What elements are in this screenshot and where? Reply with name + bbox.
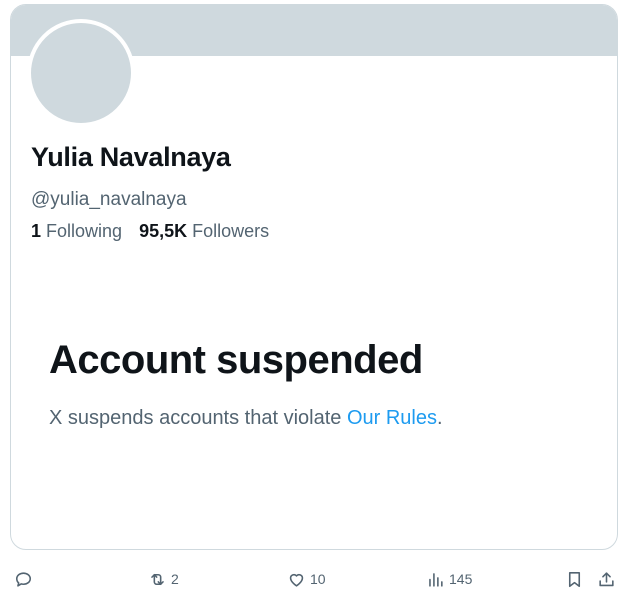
following-stat[interactable]: 1 Following [31, 221, 122, 242]
reply-icon [14, 570, 33, 589]
like-count: 10 [310, 571, 326, 587]
our-rules-link[interactable]: Our Rules [347, 407, 437, 429]
tweet-action-bar: 2 10 145 [0, 563, 624, 595]
suspended-message-suffix: . [437, 407, 443, 429]
followers-label: Followers [192, 221, 270, 241]
like-button[interactable]: 10 [287, 563, 326, 595]
suspended-title: Account suspended [49, 338, 423, 382]
display-name: Yulia Navalnaya [31, 142, 231, 172]
suspended-message: X suspends accounts that violate Our Rul… [49, 407, 443, 430]
profile-stats: 1 Following 95,5K Followers [31, 221, 281, 242]
reply-button[interactable] [14, 563, 33, 595]
user-handle: @yulia_navalnaya [31, 189, 187, 210]
heart-icon [287, 570, 306, 589]
retweet-button[interactable]: 2 [148, 563, 179, 595]
views-button[interactable]: 145 [426, 563, 472, 595]
suspended-message-prefix: X suspends accounts that violate [49, 407, 347, 429]
suspended-profile-card[interactable]: Yulia Navalnaya @yulia_navalnaya 1 Follo… [10, 4, 618, 550]
views-icon [426, 570, 445, 589]
bookmark-icon [565, 570, 584, 589]
share-button[interactable] [597, 563, 616, 595]
following-count: 1 [31, 221, 42, 241]
following-label: Following [46, 221, 123, 241]
bookmark-button[interactable] [565, 563, 584, 595]
retweet-count: 2 [171, 571, 179, 587]
share-icon [597, 570, 616, 589]
followers-count: 95,5K [139, 221, 188, 241]
avatar [27, 19, 135, 127]
views-count: 145 [449, 571, 473, 587]
retweet-icon [148, 570, 167, 589]
followers-stat[interactable]: 95,5K Followers [139, 221, 269, 242]
